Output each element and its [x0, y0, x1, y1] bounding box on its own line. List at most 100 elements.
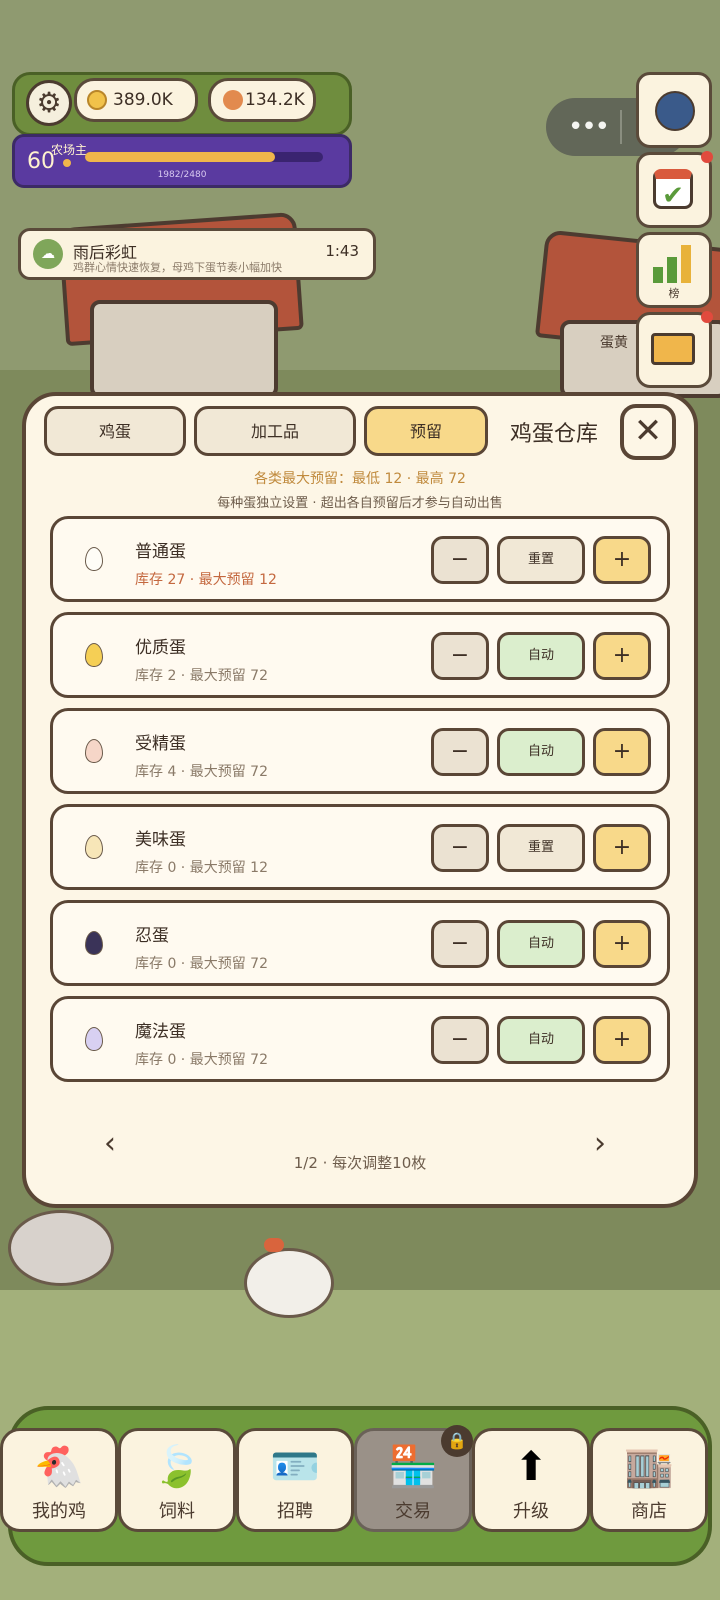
panel-title: 鸡蛋仓库	[510, 422, 599, 447]
decrease-button[interactable]: −	[431, 536, 489, 584]
envelope-icon	[651, 333, 695, 365]
nav-label: 饲料	[159, 1501, 195, 1522]
lock-icon: 🔒	[441, 1425, 473, 1457]
rainbow-cloud-icon: ☁	[33, 239, 63, 269]
egg-name: 忍蛋	[135, 926, 169, 946]
ranking-button[interactable]: 榜	[636, 232, 712, 308]
event-timer: 1:43	[325, 242, 359, 260]
increase-button[interactable]: +	[593, 920, 651, 968]
nav-recruit[interactable]: 🪪 招聘	[236, 1428, 354, 1532]
ranking-label: 榜	[668, 287, 680, 300]
nav-feed[interactable]: 🍃 饲料	[118, 1428, 236, 1532]
egg-reserve-row: 普通蛋库存 27 · 最大预留 12 − 重置 +	[50, 516, 670, 602]
nav-label: 交易	[395, 1501, 431, 1522]
capsule-divider	[620, 110, 622, 144]
egg-reserve-row: 受精蛋库存 4 · 最大预留 72 − 自动 +	[50, 708, 670, 794]
egg-icon	[85, 547, 103, 571]
upgrade-icon: ⬆	[514, 1444, 548, 1490]
egg-reserve-row: 忍蛋库存 0 · 最大预留 72 − 自动 +	[50, 900, 670, 986]
egg-reserve-row: 魔法蛋 库存 0 · 最大预留 72 − 自动 +	[50, 996, 670, 1082]
increase-button[interactable]: +	[593, 632, 651, 680]
egg-reserve-row: 优质蛋库存 2 · 最大预留 72 − 自动 +	[50, 612, 670, 698]
mail-button[interactable]	[636, 311, 713, 388]
xp-text: 1982/2480	[157, 170, 207, 180]
egg-warehouse-panel	[22, 392, 698, 1208]
increase-button[interactable]: +	[593, 1016, 651, 1064]
egg-icon	[85, 739, 103, 763]
nav-my-chickens[interactable]: 🐔 我的鸡	[0, 1428, 118, 1532]
decrease-button[interactable]: −	[431, 1016, 489, 1064]
egg-reserve-row: 美味蛋库存 0 · 最大预留 12 − 重置 +	[50, 804, 670, 890]
decrease-button[interactable]: −	[431, 920, 489, 968]
globe-button[interactable]	[636, 72, 712, 148]
close-icon[interactable]: ✕	[620, 404, 676, 460]
weather-event-banner[interactable]: ☁ 雨后彩虹 鸡群心情快速恢复，母鸡下蛋节奏小幅加快 1:43	[18, 228, 376, 280]
notification-dot	[701, 151, 713, 163]
increase-button[interactable]: +	[593, 824, 651, 872]
shop-icon: 🏬	[624, 1444, 674, 1490]
calendar-check-icon: ✔	[653, 169, 693, 211]
recruit-icon: 🪪	[270, 1444, 320, 1490]
chicken-sprite	[8, 1210, 114, 1286]
tab-reserve[interactable]: 预留	[364, 406, 488, 456]
egg-stock: 库存 0 · 最大预留 12	[135, 860, 268, 876]
notification-dot	[701, 311, 713, 323]
xp-track	[85, 152, 323, 162]
bar-chart-icon	[649, 243, 697, 283]
reserve-mode-button[interactable]: 自动	[497, 632, 585, 680]
increase-button[interactable]: +	[593, 536, 651, 584]
nav-trade[interactable]: 🏪 交易 🔒	[354, 1425, 473, 1532]
egg-house-sign: 蛋黄	[600, 335, 628, 351]
more-menu-icon[interactable]: •••	[568, 112, 610, 142]
egg-stock: 库存 2 · 最大预留 72	[135, 668, 268, 684]
egg-name: 美味蛋	[135, 830, 186, 850]
reserve-mode-button[interactable]: 自动	[497, 920, 585, 968]
egg-icon	[85, 643, 103, 667]
reserve-mode-button[interactable]: 重置	[497, 536, 585, 584]
nav-label: 招聘	[277, 1501, 313, 1522]
trade-icon: 🏪	[388, 1444, 438, 1490]
egg-stock: 库存 0 · 最大预留 72	[135, 1052, 268, 1068]
tab-processed-goods[interactable]: 加工品	[194, 406, 356, 456]
chicken-sprite	[244, 1248, 334, 1318]
reserve-mode-button[interactable]: 自动	[497, 728, 585, 776]
nav-label: 商店	[631, 1501, 667, 1522]
egg-icon	[85, 931, 103, 955]
reserve-mode-button[interactable]: 重置	[497, 824, 585, 872]
xp-fill	[85, 152, 276, 162]
seed-icon	[223, 90, 243, 110]
decrease-button[interactable]: −	[431, 728, 489, 776]
pagination-text: 1/2 · 每次调整10枚	[293, 1154, 427, 1172]
level-title: 农场主	[51, 143, 88, 157]
nav-label: 升级	[513, 1501, 549, 1522]
decrease-button[interactable]: −	[431, 632, 489, 680]
egg-name: 受精蛋	[135, 734, 186, 754]
nav-label: 我的鸡	[32, 1501, 86, 1522]
tab-eggs[interactable]: 鸡蛋	[44, 406, 186, 456]
my-chickens-icon: 🐔	[34, 1444, 84, 1490]
coin-counter[interactable]: 389.0K	[74, 78, 198, 122]
egg-stock: 库存 4 · 最大预留 72	[135, 764, 268, 780]
nav-shop[interactable]: 🏬 商店	[590, 1428, 708, 1532]
egg-stock: 库存 27 · 最大预留 12	[135, 572, 277, 588]
increase-button[interactable]: +	[593, 728, 651, 776]
egg-stock: 库存 0 · 最大预留 72	[135, 956, 268, 972]
egg-name: 普通蛋	[135, 542, 186, 562]
seed-counter[interactable]: 134.2K	[208, 78, 316, 122]
calendar-checkin-button[interactable]: ✔	[636, 151, 713, 228]
decrease-button[interactable]: −	[431, 824, 489, 872]
nav-upgrade[interactable]: ⬆ 升级	[472, 1428, 590, 1532]
coin-icon	[87, 90, 107, 110]
coop-building	[90, 300, 278, 398]
seed-amount: 134.2K	[245, 90, 305, 110]
coin-amount: 389.0K	[113, 90, 173, 110]
reserve-rule-info: 每种蛋独立设置 · 超出各自预留后才参与自动出售	[217, 496, 503, 511]
egg-name: 优质蛋	[135, 638, 186, 658]
globe-icon	[655, 91, 695, 131]
egg-icon	[85, 1027, 103, 1051]
settings-gear-icon[interactable]: ⚙	[26, 80, 72, 126]
reserve-mode-button[interactable]: 自动	[497, 1016, 585, 1064]
level-bar[interactable]: 60 农场主 1982/2480	[12, 134, 352, 188]
reserve-range-info: 各类最大预留：最低 12 · 最高 72	[254, 471, 466, 487]
next-page-arrow[interactable]: ›	[594, 1126, 606, 1161]
